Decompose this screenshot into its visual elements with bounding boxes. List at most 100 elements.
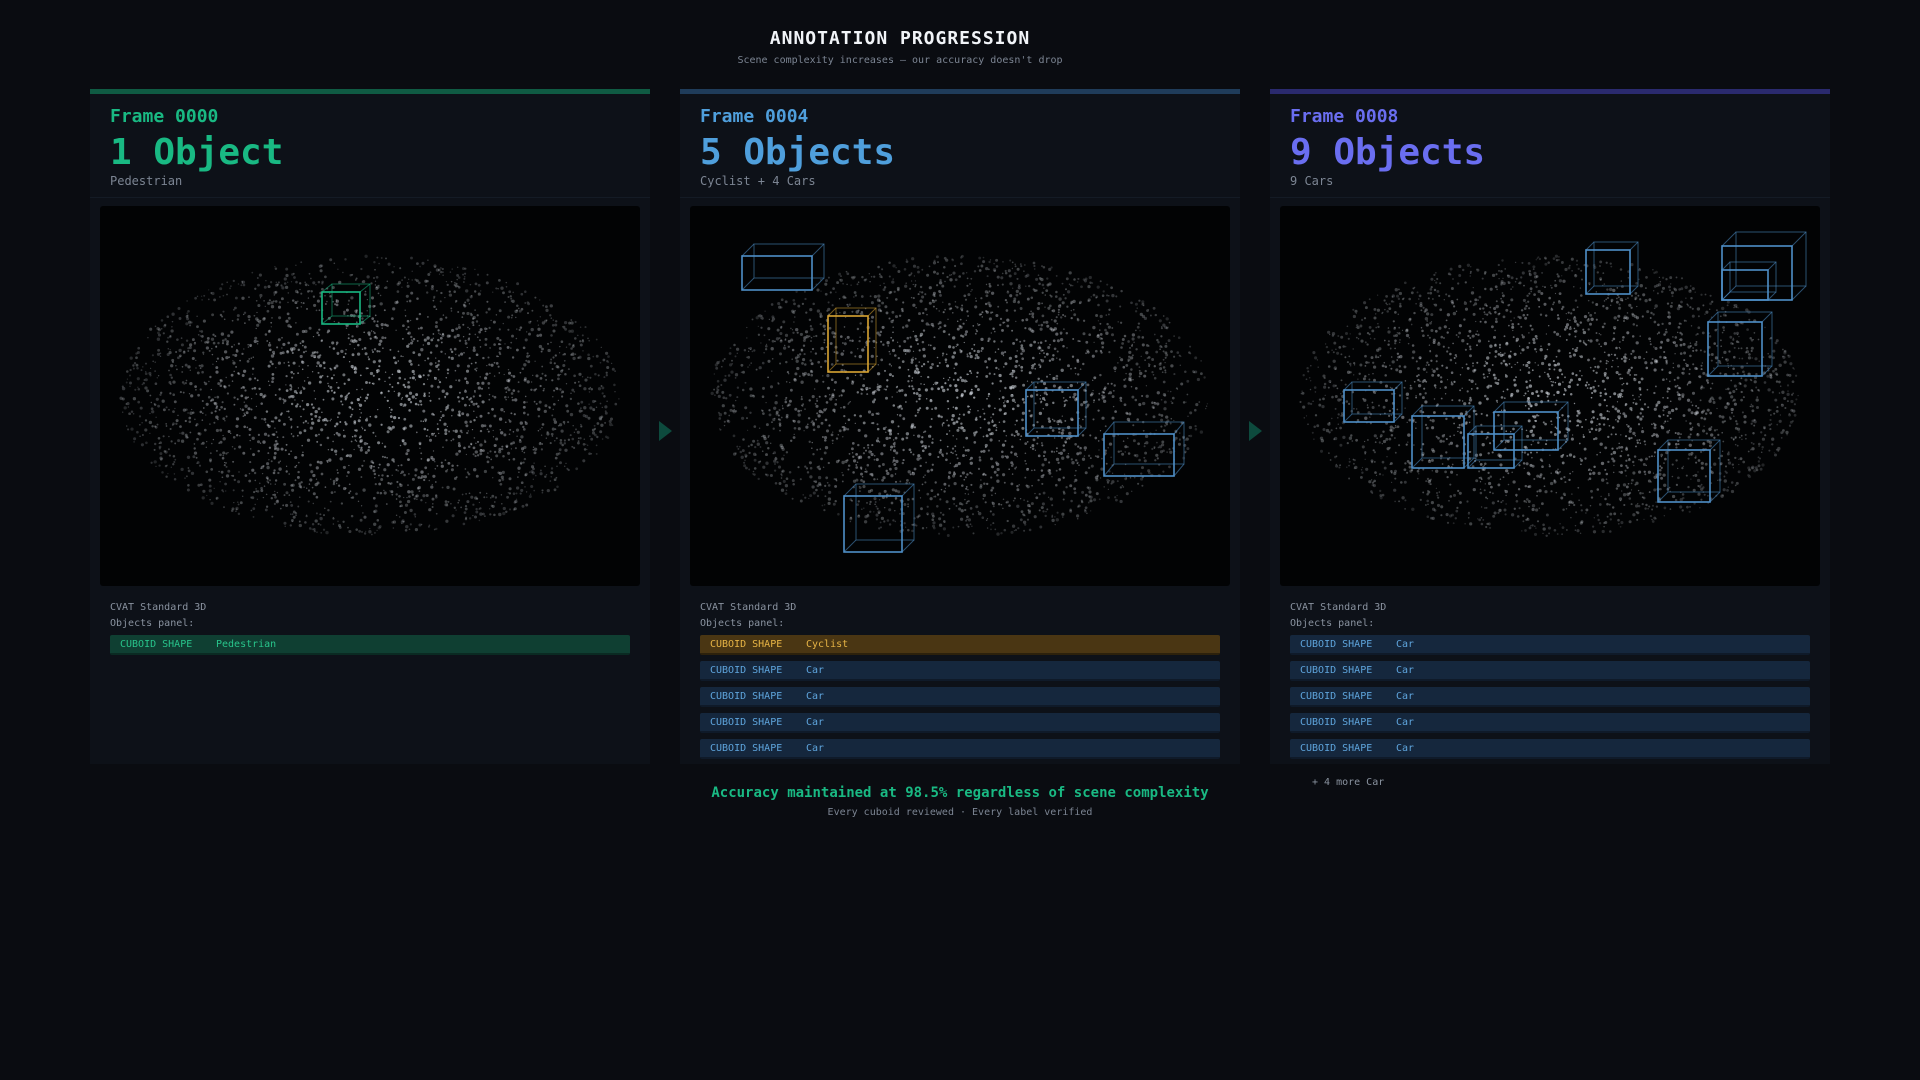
- lidar-point: [396, 282, 400, 286]
- lidar-point: [833, 351, 836, 353]
- lidar-point: [1180, 382, 1184, 386]
- lidar-point: [184, 381, 187, 385]
- object-row-pedestrian[interactable]: CUBOID SHAPE Pedestrian: [110, 635, 630, 655]
- lidar-point: [810, 351, 812, 353]
- lidar-point: [958, 413, 961, 416]
- lidar-point: [276, 499, 279, 502]
- point-cloud-viewport[interactable]: [100, 206, 640, 586]
- lidar-point: [855, 466, 859, 469]
- lidar-point: [433, 413, 435, 416]
- lidar-point: [479, 339, 481, 341]
- point-cloud-canvas[interactable]: [100, 206, 640, 586]
- lidar-point: [387, 262, 391, 266]
- lidar-point: [1026, 485, 1030, 489]
- lidar-point: [831, 439, 834, 442]
- lidar-point: [356, 398, 360, 402]
- lidar-point: [823, 435, 828, 440]
- lidar-point: [902, 459, 905, 462]
- lidar-point: [1127, 452, 1131, 455]
- lidar-point: [386, 430, 390, 434]
- lidar-point: [766, 473, 769, 477]
- lidar-point: [173, 400, 177, 404]
- lidar-point: [252, 356, 255, 358]
- lidar-point: [396, 480, 399, 484]
- lidar-point: [257, 449, 260, 453]
- lidar-point: [330, 389, 333, 392]
- lidar-point: [822, 332, 826, 336]
- lidar-point: [281, 336, 283, 339]
- lidar-point: [1072, 395, 1076, 399]
- lidar-point: [917, 270, 920, 274]
- lidar-point: [488, 393, 491, 396]
- lidar-point: [878, 273, 881, 276]
- lidar-point: [847, 468, 850, 471]
- lidar-point: [936, 356, 939, 359]
- lidar-point: [193, 451, 198, 455]
- lidar-point: [222, 294, 225, 297]
- lidar-point: [453, 506, 456, 509]
- lidar-point: [468, 303, 471, 305]
- lidar-point: [225, 490, 227, 492]
- lidar-point: [262, 395, 266, 399]
- lidar-point: [263, 285, 267, 289]
- lidar-point: [232, 474, 235, 477]
- lidar-point: [603, 395, 606, 398]
- lidar-point: [307, 381, 312, 385]
- lidar-point: [574, 381, 577, 384]
- lidar-point: [541, 372, 544, 375]
- lidar-point: [175, 422, 178, 425]
- lidar-point: [1074, 443, 1077, 446]
- lidar-point: [570, 392, 572, 394]
- point-cloud-canvas[interactable]: [690, 206, 1230, 586]
- lidar-point: [215, 405, 219, 408]
- lidar-point: [313, 528, 316, 531]
- lidar-point: [291, 394, 295, 399]
- lidar-point: [189, 343, 193, 347]
- lidar-point: [439, 419, 442, 422]
- lidar-point: [1052, 384, 1056, 388]
- point-cloud-viewport[interactable]: [690, 206, 1230, 586]
- lidar-point: [278, 316, 282, 320]
- lidar-point: [225, 415, 228, 418]
- lidar-point: [196, 325, 199, 329]
- lidar-point: [1051, 310, 1053, 312]
- lidar-point: [952, 526, 955, 529]
- lidar-point: [953, 471, 956, 474]
- lidar-point: [996, 467, 1000, 472]
- lidar-point: [440, 464, 444, 468]
- lidar-point: [925, 406, 929, 410]
- frame-panel-0004: Frame 0004 5 Objects Cyclist + 4 Cars CV…: [680, 89, 1240, 764]
- lidar-point: [1003, 321, 1006, 323]
- lidar-point: [1115, 295, 1118, 298]
- lidar-point: [972, 491, 975, 494]
- lidar-point: [172, 463, 175, 466]
- lidar-point: [1008, 356, 1013, 360]
- lidar-point: [481, 400, 485, 404]
- lidar-point: [205, 414, 207, 416]
- lidar-point: [291, 351, 294, 355]
- lidar-point: [465, 424, 469, 428]
- lidar-point: [524, 420, 527, 423]
- lidar-point: [374, 482, 377, 486]
- lidar-point: [310, 412, 313, 416]
- lidar-point: [938, 327, 940, 330]
- lidar-point: [201, 399, 204, 403]
- lidar-point: [456, 273, 460, 277]
- lidar-point: [308, 326, 312, 330]
- lidar-point: [825, 476, 829, 480]
- lidar-point: [885, 426, 887, 428]
- lidar-point: [1156, 441, 1158, 444]
- lidar-point: [974, 384, 978, 388]
- lidar-point: [1081, 457, 1086, 461]
- lidar-point: [284, 525, 286, 527]
- lidar-point: [370, 282, 373, 285]
- lidar-point: [962, 454, 965, 458]
- lidar-point: [1074, 478, 1078, 482]
- lidar-point: [1062, 397, 1065, 399]
- lidar-point: [956, 378, 960, 382]
- lidar-point: [558, 452, 561, 455]
- lidar-point: [1034, 492, 1036, 495]
- lidar-point: [1180, 355, 1182, 358]
- lidar-point: [525, 503, 529, 507]
- lidar-point: [366, 417, 368, 419]
